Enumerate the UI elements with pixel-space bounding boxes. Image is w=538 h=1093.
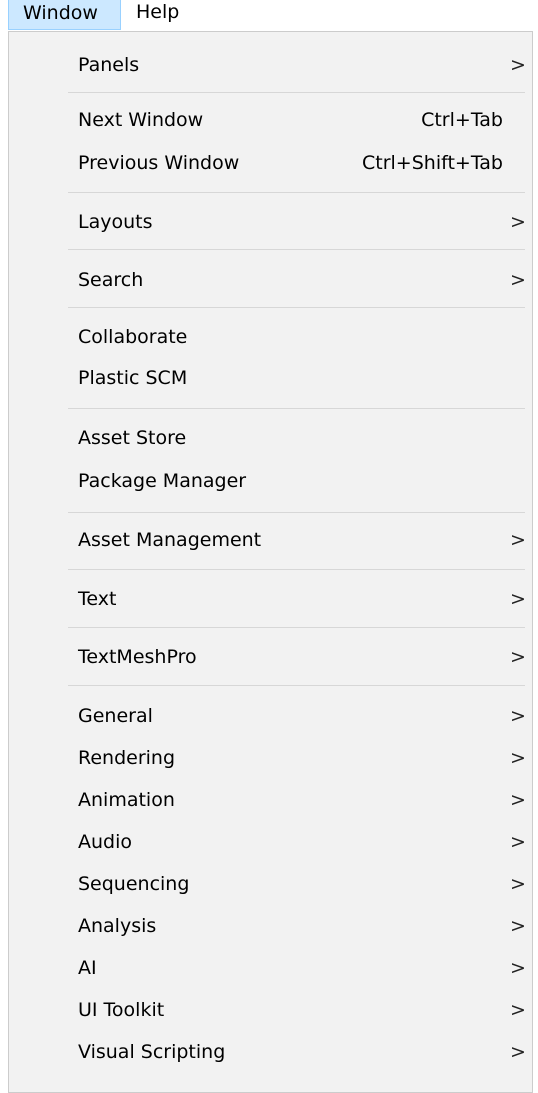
chevron-right-icon: > [510,211,526,233]
menu-bar: Window Help [0,0,538,32]
menu-item-previous-window[interactable]: Previous Window Ctrl+Shift+Tab [9,144,532,182]
chevron-right-icon: > [510,915,526,937]
menu-separator [68,92,525,93]
shortcut-text: Ctrl+Shift+Tab [362,152,503,174]
menu-separator [68,192,525,193]
menu-item-layouts[interactable]: Layouts > [9,203,532,241]
menu-item-animation[interactable]: Animation > [9,781,532,819]
menu-item-label: General [78,705,153,727]
menu-item-panels[interactable]: Panels > [9,46,532,84]
menu-item-label: Analysis [78,915,157,937]
menu-item-label: TextMeshPro [78,646,197,668]
menu-separator [68,249,525,250]
menu-item-label: Package Manager [78,470,247,492]
chevron-right-icon: > [510,54,526,76]
menu-item-label: Rendering [78,747,176,769]
menu-item-audio[interactable]: Audio > [9,823,532,861]
menu-item-ui-toolkit[interactable]: UI Toolkit > [9,991,532,1029]
menu-item-rendering[interactable]: Rendering > [9,739,532,777]
window-dropdown-menu: Panels > Next Window Ctrl+Tab Previous W… [8,31,533,1093]
menu-item-search[interactable]: Search > [9,261,532,299]
chevron-right-icon: > [510,789,526,811]
menu-item-label: Sequencing [78,873,190,895]
menu-window[interactable]: Window [8,0,121,30]
chevron-right-icon: > [510,873,526,895]
chevron-right-icon: > [510,957,526,979]
menu-item-label: Previous Window [78,152,240,174]
menu-separator [68,512,525,513]
chevron-right-icon: > [510,747,526,769]
chevron-right-icon: > [510,588,526,610]
menu-item-label: Plastic SCM [78,367,188,389]
menu-item-label: Layouts [78,211,153,233]
menu-separator [68,408,525,409]
chevron-right-icon: > [510,269,526,291]
menu-item-label: Asset Store [78,427,187,449]
menu-item-label: Panels [78,54,140,76]
chevron-right-icon: > [510,831,526,853]
menu-item-analysis[interactable]: Analysis > [9,907,532,945]
menu-item-asset-management[interactable]: Asset Management > [9,521,532,559]
chevron-right-icon: > [510,705,526,727]
menu-item-textmeshpro[interactable]: TextMeshPro > [9,638,532,676]
menu-item-general[interactable]: General > [9,697,532,735]
menu-item-label: Search [78,269,144,291]
menu-item-package-manager[interactable]: Package Manager [9,462,532,500]
menu-item-label: AI [78,957,97,979]
menu-item-label: Visual Scripting [78,1041,226,1063]
menu-item-asset-store[interactable]: Asset Store [9,419,532,457]
menu-item-label: Asset Management [78,529,262,551]
chevron-right-icon: > [510,999,526,1021]
menu-item-label: Collaborate [78,326,188,348]
menu-item-next-window[interactable]: Next Window Ctrl+Tab [9,101,532,139]
chevron-right-icon: > [510,646,526,668]
menu-item-text[interactable]: Text > [9,580,532,618]
menu-separator [68,307,525,308]
chevron-right-icon: > [510,1041,526,1063]
chevron-right-icon: > [510,529,526,551]
menu-item-label: Audio [78,831,133,853]
menu-item-visual-scripting[interactable]: Visual Scripting > [9,1033,532,1071]
shortcut-text: Ctrl+Tab [421,109,503,131]
menu-item-label: Animation [78,789,175,811]
menu-item-collaborate[interactable]: Collaborate [9,318,532,356]
menu-separator [68,627,525,628]
menu-item-plastic-scm[interactable]: Plastic SCM [9,359,532,397]
menu-item-ai[interactable]: AI > [9,949,532,987]
menu-separator [68,569,525,570]
menu-item-sequencing[interactable]: Sequencing > [9,865,532,903]
menu-separator [68,685,525,686]
menu-help[interactable]: Help [136,0,179,30]
menu-item-label: Next Window [78,109,204,131]
menu-item-label: Text [78,588,117,610]
menu-item-label: UI Toolkit [78,999,165,1021]
